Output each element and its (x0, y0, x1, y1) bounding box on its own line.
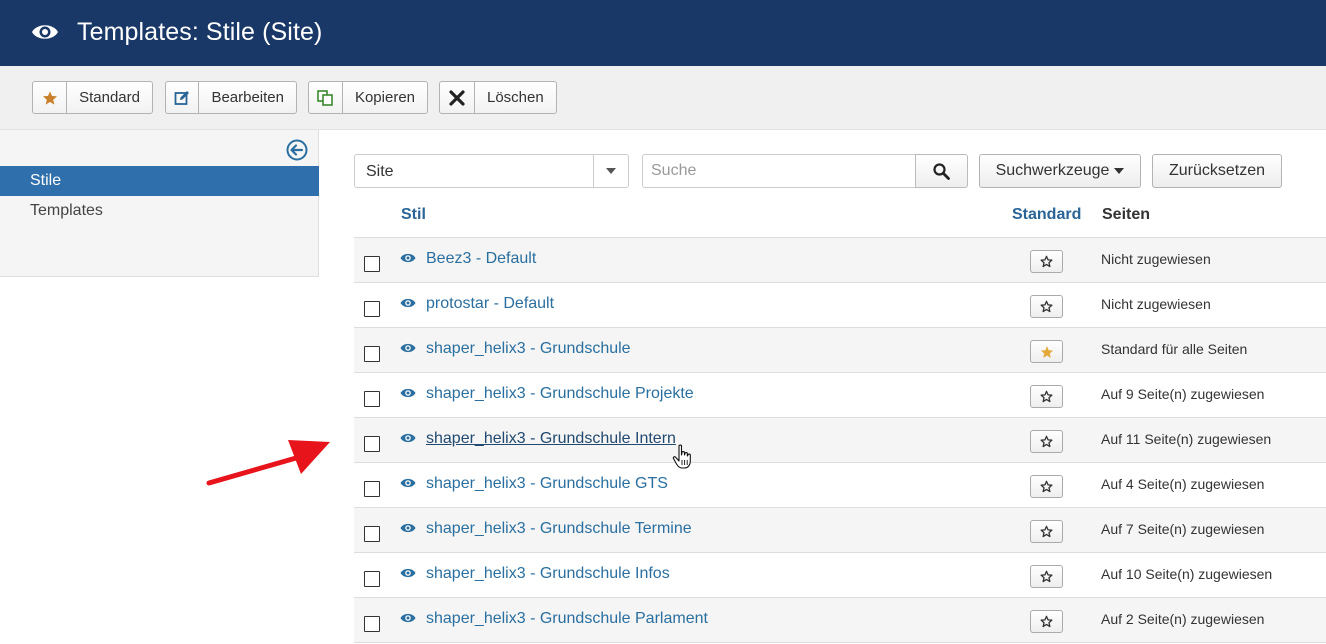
column-header-pages: Seiten (1102, 206, 1151, 223)
set-default-button[interactable] (1030, 520, 1063, 543)
table-row: shaper_helix3 - Grundschule Infos Auf 10… (354, 553, 1326, 598)
style-link[interactable]: shaper_helix3 - Grundschule Infos (426, 565, 670, 583)
standard-button[interactable]: Standard (32, 81, 153, 114)
edit-icon (166, 82, 200, 113)
table-row: shaper_helix3 - Grundschule Termine Auf … (354, 508, 1326, 553)
eye-icon[interactable] (400, 342, 416, 354)
sidebar-item-stile[interactable]: Stile (0, 166, 319, 196)
star-outline-icon (1040, 480, 1053, 493)
set-default-button[interactable] (1030, 565, 1063, 588)
row-checkbox[interactable] (364, 436, 380, 452)
eye-icon[interactable] (400, 612, 416, 624)
style-link[interactable]: shaper_helix3 - Grundschule GTS (426, 475, 668, 493)
row-checkbox[interactable] (364, 301, 380, 317)
table-row: protostar - Default Nicht zugewiesen (354, 283, 1326, 328)
pages-assignment: Auf 2 Seite(n) zugewiesen (1101, 611, 1265, 627)
chevron-down-icon (593, 155, 628, 187)
delete-button[interactable]: Löschen (439, 81, 557, 114)
pages-assignment: Auf 4 Seite(n) zugewiesen (1101, 476, 1265, 492)
pages-assignment: Auf 9 Seite(n) zugewiesen (1101, 386, 1265, 402)
column-header-default[interactable]: Standard (1012, 206, 1081, 224)
table-row: Beez3 - Default Nicht zugewiesen (354, 238, 1326, 283)
hand-cursor-icon (672, 444, 691, 469)
star-icon (33, 82, 68, 113)
annotation-arrow (206, 440, 330, 486)
set-default-button[interactable] (1030, 610, 1063, 633)
row-checkbox[interactable] (364, 616, 380, 632)
set-default-button[interactable] (1030, 295, 1063, 318)
page-header: Templates: Stile (Site) (0, 0, 1326, 66)
search-button[interactable] (915, 154, 968, 188)
eye-icon[interactable] (400, 252, 416, 264)
star-outline-icon (1040, 615, 1053, 628)
search-icon (933, 162, 950, 180)
style-link[interactable]: shaper_helix3 - Grundschule Parlament (426, 610, 708, 628)
table-row: shaper_helix3 - Grundschule Intern Auf 1… (354, 418, 1326, 463)
close-icon (440, 82, 475, 113)
eye-icon[interactable] (400, 477, 416, 489)
search-input[interactable] (642, 154, 916, 188)
pages-assignment: Auf 11 Seite(n) zugewiesen (1101, 431, 1272, 447)
pages-assignment: Standard für alle Seiten (1101, 341, 1248, 357)
set-default-button[interactable] (1030, 475, 1063, 498)
collapse-sidebar-icon[interactable] (286, 139, 308, 161)
set-default-button[interactable] (1030, 430, 1063, 453)
row-checkbox[interactable] (364, 256, 380, 272)
table-row: shaper_helix3 - Grundschule Standard für… (354, 328, 1326, 373)
eye-icon[interactable] (400, 522, 416, 534)
set-default-button[interactable] (1030, 385, 1063, 408)
caret-down-icon (1114, 168, 1125, 174)
pages-assignment: Nicht zugewiesen (1101, 251, 1211, 267)
row-checkbox[interactable] (364, 346, 380, 362)
edit-button[interactable]: Bearbeiten (165, 81, 297, 114)
default-indicator (1030, 340, 1063, 363)
star-outline-icon (1040, 255, 1053, 268)
pages-assignment: Auf 10 Seite(n) zugewiesen (1101, 566, 1273, 582)
eye-icon (32, 25, 58, 39)
copy-icon (309, 82, 343, 113)
set-default-button[interactable] (1030, 250, 1063, 273)
style-link[interactable]: shaper_helix3 - Grundschule (426, 340, 631, 358)
star-outline-icon (1040, 435, 1053, 448)
row-checkbox[interactable] (364, 481, 380, 497)
style-link[interactable]: shaper_helix3 - Grundschule Projekte (426, 385, 694, 403)
eye-icon[interactable] (400, 387, 416, 399)
table-row: shaper_helix3 - Grundschule Parlament Au… (354, 598, 1326, 643)
pages-assignment: Nicht zugewiesen (1101, 296, 1211, 312)
page-title: Templates: Stile (Site) (77, 18, 323, 46)
star-outline-icon (1040, 525, 1053, 538)
copy-button[interactable]: Kopieren (308, 81, 428, 114)
pages-assignment: Auf 7 Seite(n) zugewiesen (1101, 521, 1265, 537)
style-link[interactable]: shaper_helix3 - Grundschule Termine (426, 520, 692, 538)
eye-icon[interactable] (400, 567, 416, 579)
sidebar: Stile Templates (0, 130, 319, 277)
row-checkbox[interactable] (364, 526, 380, 542)
search-tools-button[interactable]: Suchwerkzeuge (979, 154, 1141, 188)
sidebar-item-templates[interactable]: Templates (0, 196, 319, 226)
row-checkbox[interactable] (364, 391, 380, 407)
column-header-style[interactable]: Stil (401, 206, 426, 224)
table-row: shaper_helix3 - Grundschule GTS Auf 4 Se… (354, 463, 1326, 508)
star-icon (1040, 345, 1053, 358)
reset-button[interactable]: Zurücksetzen (1152, 154, 1282, 188)
toolbar: Standard Bearbeiten Kopieren Löschen (0, 66, 1326, 130)
style-link[interactable]: shaper_helix3 - Grundschule Intern (426, 430, 676, 448)
style-link[interactable]: Beez3 - Default (426, 250, 536, 268)
table-row: shaper_helix3 - Grundschule Projekte Auf… (354, 373, 1326, 418)
star-outline-icon (1040, 570, 1053, 583)
star-outline-icon (1040, 390, 1053, 403)
eye-icon[interactable] (400, 432, 416, 444)
star-outline-icon (1040, 300, 1053, 313)
eye-icon[interactable] (400, 297, 416, 309)
client-select[interactable]: Site (354, 154, 629, 188)
row-checkbox[interactable] (364, 571, 380, 587)
style-link[interactable]: protostar - Default (426, 295, 554, 313)
